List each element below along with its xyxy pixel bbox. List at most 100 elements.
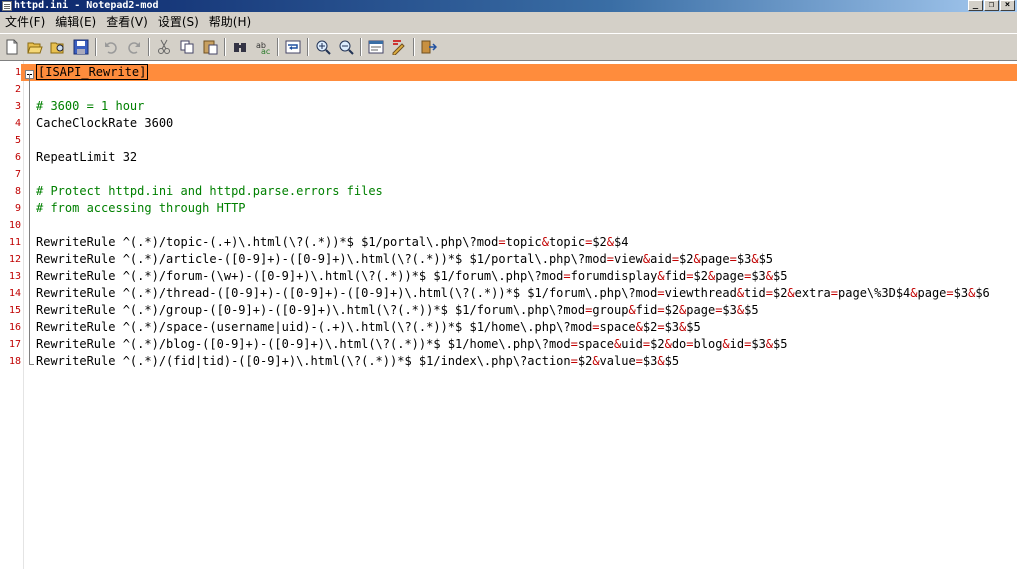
editor-line[interactable]: 8 # Protect httpd.ini and httpd.parse.err… <box>0 183 1017 200</box>
window-controls: _ ❐ × <box>968 0 1015 11</box>
line-number: 7 <box>14 169 21 180</box>
zoom-in-button[interactable] <box>313 37 333 57</box>
title-bar: httpd.ini - Notepad2-mod _ ❐ × <box>0 0 1017 12</box>
find-icon <box>234 42 246 52</box>
code-text: [ISAPI_Rewrite] <box>36 64 149 80</box>
open-button[interactable] <box>25 37 45 57</box>
new-icon <box>6 39 18 54</box>
line-number: 10 <box>8 220 21 231</box>
close-button[interactable]: × <box>1000 0 1015 11</box>
editor-line[interactable]: 14 RewriteRule ^(.*)/thread-([0-9]+)-([0-… <box>0 285 1017 302</box>
editor-line[interactable]: 6 RepeatLimit 32 <box>0 149 1017 166</box>
line-number: 9 <box>14 203 21 214</box>
toolbar-separator <box>360 37 362 56</box>
line-number: 12 <box>8 254 21 265</box>
editor-line[interactable]: 17 RewriteRule ^(.*)/blog-([0-9]+)-([0-9]… <box>0 336 1017 353</box>
copy-icon <box>180 40 194 53</box>
editor-line[interactable]: 12 RewriteRule ^(.*)/article-([0-9]+)-([0… <box>0 251 1017 268</box>
toolbar-separator <box>148 37 150 56</box>
editor-line[interactable]: 15 RewriteRule ^(.*)/group-([0-9]+)-([0-9… <box>0 302 1017 319</box>
line-number: 16 <box>8 322 21 333</box>
line-number: 1 <box>0 64 21 81</box>
editor-line[interactable]: 13 RewriteRule ^(.*)/forum-(\w+)-([0-9]+)… <box>0 268 1017 285</box>
editor-line[interactable]: 16 RewriteRule ^(.*)/space-(username|uid)… <box>0 319 1017 336</box>
open-icon <box>27 42 43 53</box>
redo-button[interactable] <box>124 37 144 57</box>
toolbar-separator <box>95 37 97 56</box>
scheme-icon <box>368 40 384 53</box>
save-button[interactable] <box>71 37 91 57</box>
code-text: RewriteRule ^(.*)/group-([0-9]+)-([0-9]+… <box>36 303 759 317</box>
editor-line[interactable]: 11 RewriteRule ^(.*)/topic-(.+)\.html(\?(… <box>0 234 1017 251</box>
scheme-button[interactable] <box>366 37 386 57</box>
paste-icon <box>203 40 218 54</box>
find-button[interactable] <box>230 37 250 57</box>
line-number: 15 <box>8 305 21 316</box>
exit-button[interactable] <box>419 37 439 57</box>
code-text: RewriteRule ^(.*)/article-([0-9]+)-([0-9… <box>36 252 774 266</box>
editor-area[interactable]: 1 [ISAPI_Rewrite] 2 3 # 3600 = 1 hour 4 CacheC… <box>0 60 1017 569</box>
copy-button[interactable] <box>177 37 197 57</box>
notepad-app-icon <box>2 1 12 11</box>
customize-schemes-button[interactable] <box>389 37 409 57</box>
line-number: 14 <box>8 288 21 299</box>
toolbar-separator <box>224 37 226 56</box>
editor-line[interactable]: 5 <box>0 132 1017 149</box>
menu-view[interactable]: 查看(V) <box>101 12 153 32</box>
replace-button[interactable]: ab ac <box>253 37 273 57</box>
customize-schemes-icon <box>392 39 405 55</box>
wordwrap-icon <box>285 40 301 53</box>
code-text: RewriteRule ^(.*)/space-(username|uid)-(… <box>36 320 701 334</box>
toolbar-separator <box>277 37 279 56</box>
menu-bar: 文件(F) 编辑(E) 查看(V) 设置(S) 帮助(H) <box>0 12 1017 32</box>
editor-line[interactable]: 18 RewriteRule ^(.*)/(fid|tid)-([0-9]+)\.… <box>0 353 1017 370</box>
editor-line[interactable]: 9 # from accessing through HTTP <box>0 200 1017 217</box>
zoom-out-button[interactable] <box>336 37 356 57</box>
line-number: 13 <box>8 271 21 282</box>
toolbar-separator <box>413 37 415 56</box>
code-text: RewriteRule ^(.*)/forum-(\w+)-([0-9]+)\.… <box>36 269 788 283</box>
code-text: # from accessing through HTTP <box>36 201 246 215</box>
wordwrap-button[interactable] <box>283 37 303 57</box>
editor-line[interactable]: 2 <box>0 81 1017 98</box>
code-text: # Protect httpd.ini and httpd.parse.erro… <box>36 184 383 198</box>
editor-line[interactable]: 3 # 3600 = 1 hour <box>0 98 1017 115</box>
menu-edit[interactable]: 编辑(E) <box>50 12 101 32</box>
line-number: 8 <box>14 186 21 197</box>
menu-file[interactable]: 文件(F) <box>0 12 50 32</box>
cut-button[interactable] <box>154 37 174 57</box>
line-number: 2 <box>14 84 21 95</box>
undo-icon <box>105 41 117 54</box>
paste-button[interactable] <box>200 37 220 57</box>
editor-line[interactable]: 10 <box>0 217 1017 234</box>
undo-button[interactable] <box>101 37 121 57</box>
browse-button[interactable] <box>48 37 68 57</box>
line-number: 4 <box>14 118 21 129</box>
exit-icon <box>421 40 437 53</box>
minimize-button[interactable]: _ <box>968 0 983 11</box>
save-icon <box>73 39 89 54</box>
svg-text:ac: ac <box>261 47 270 55</box>
redo-icon <box>128 41 140 54</box>
fold-end-marker <box>29 364 34 365</box>
fold-line <box>29 74 30 364</box>
code-text: RewriteRule ^(.*)/topic-(.+)\.html(\?(.*… <box>36 235 629 249</box>
zoom-out-icon <box>339 40 354 55</box>
browse-icon <box>50 42 64 53</box>
new-button[interactable] <box>2 37 22 57</box>
code-text: # 3600 = 1 hour <box>36 99 145 113</box>
maximize-button[interactable]: ❐ <box>984 0 999 11</box>
code-text: RewriteRule ^(.*)/(fid|tid)-([0-9]+)\.ht… <box>36 354 680 368</box>
editor-line[interactable]: 7 <box>0 166 1017 183</box>
toolbar: ab ac <box>0 33 1017 59</box>
zoom-in-icon <box>316 40 331 55</box>
editor-line[interactable]: 4 CacheClockRate 3600 <box>0 115 1017 132</box>
line-number: 17 <box>8 339 21 350</box>
line-number: 6 <box>14 152 21 163</box>
editor-line[interactable]: 1 [ISAPI_Rewrite] <box>0 64 1017 81</box>
code-text: RewriteRule ^(.*)/blog-([0-9]+)-([0-9]+)… <box>36 337 788 351</box>
line-number: 11 <box>8 237 21 248</box>
menu-help[interactable]: 帮助(H) <box>204 12 256 32</box>
menu-settings[interactable]: 设置(S) <box>153 12 204 32</box>
line-number: 18 <box>8 356 21 367</box>
